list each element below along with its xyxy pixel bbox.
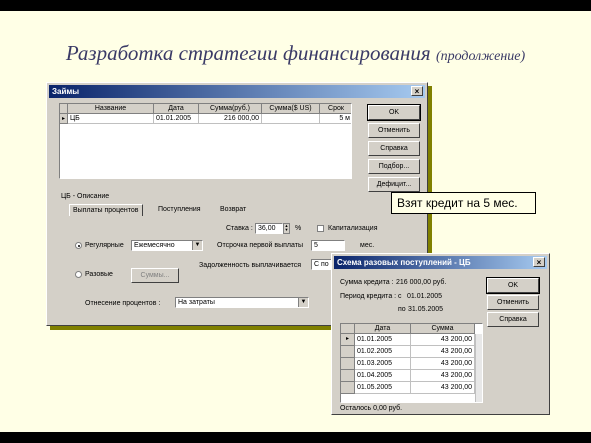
schedule-title: Схема разовых поступлений - ЦБ <box>337 258 471 267</box>
period-from-value: 01.01.2005 <box>407 293 443 300</box>
regular-radio[interactable] <box>75 242 82 249</box>
cancel-button[interactable]: Отменить <box>487 295 539 310</box>
tab-interest[interactable]: Выплаты процентов <box>69 204 143 216</box>
grid-corner <box>341 324 355 334</box>
onetime-label: Разовые <box>85 271 113 278</box>
period-to-value: 31.05.2005 <box>408 306 444 313</box>
row-pointer-icon: ▸ <box>60 114 68 124</box>
schedule-sum-cell[interactable]: 43 200,00 <box>411 346 475 358</box>
schedule-date-cell[interactable]: 01.01.2005 <box>355 334 411 346</box>
regular-label: Регулярные <box>85 242 124 249</box>
schedule-sum-cell[interactable]: 43 200,00 <box>411 382 475 394</box>
rate-input[interactable]: 36,00 <box>255 223 283 234</box>
callout-note: Взят кредит на 5 мес. <box>391 192 536 214</box>
ok-button[interactable]: OK <box>367 104 421 121</box>
loan-rub-cell[interactable]: 216 000,00 <box>199 114 262 124</box>
schedule-sum-cell[interactable]: 43 200,00 <box>411 334 475 346</box>
schedule-date-cell[interactable]: 01.04.2005 <box>355 370 411 382</box>
loan-term-cell[interactable]: 5 м <box>320 114 351 124</box>
grid-corner <box>60 104 68 114</box>
remainder-label: Осталось 0,00 руб. <box>340 405 403 412</box>
loan-date-cell[interactable]: 01.01.2005 <box>154 114 199 124</box>
col-header-rub[interactable]: Сумма(руб.) <box>199 104 262 114</box>
rate-spin-icon[interactable]: ▲ ▼ <box>283 223 290 234</box>
cancel-button[interactable]: Отменить <box>368 123 420 138</box>
loan-usd-cell[interactable] <box>262 114 320 124</box>
col-header-date[interactable]: Дата <box>355 324 411 334</box>
tab-receipts[interactable]: Поступления <box>155 204 204 216</box>
capitalization-checkbox[interactable] <box>317 225 324 232</box>
close-icon[interactable]: × <box>411 86 423 96</box>
schedule-sum-cell[interactable]: 43 200,00 <box>411 358 475 370</box>
group-label: ЦБ - Описание <box>61 193 110 200</box>
frequency-select[interactable]: Ежемесячно ▼ <box>131 240 203 251</box>
schedule-sum-cell[interactable]: 43 200,00 <box>411 370 475 382</box>
tab-repayment[interactable]: Возврат <box>217 204 249 216</box>
period-to-label: по <box>398 306 406 313</box>
deficit-button[interactable]: Дефицит... <box>368 177 420 192</box>
schedule-window: Схема разовых поступлений - ЦБ × Сумма к… <box>331 253 550 415</box>
rate-unit: % <box>295 225 302 232</box>
help-button[interactable]: Справка <box>368 141 420 156</box>
col-header-sum[interactable]: Сумма <box>411 324 475 334</box>
debt-label: Задолженность выплачивается <box>199 262 302 269</box>
select-button[interactable]: Подбор... <box>368 159 420 174</box>
capitalization-label: Капитализация <box>328 225 378 232</box>
loans-titlebar: Займы × <box>49 85 425 98</box>
ok-button[interactable]: OK <box>486 277 540 294</box>
amount-value: 216 000,00 руб. <box>396 279 447 286</box>
delay-input[interactable]: 5 <box>311 240 345 251</box>
loan-name-cell[interactable]: ЦБ <box>68 114 154 124</box>
row-indicator <box>341 370 355 382</box>
loans-title: Займы <box>52 87 80 96</box>
col-header-date[interactable]: Дата <box>154 104 199 114</box>
schedule-titlebar: Схема разовых поступлений - ЦБ × <box>334 256 547 269</box>
col-header-usd[interactable]: Сумма($ US) <box>262 104 320 114</box>
rate-label: Ставка : <box>226 225 253 232</box>
col-header-term[interactable]: Срок <box>320 104 351 114</box>
close-icon[interactable]: × <box>533 257 545 267</box>
onetime-radio[interactable] <box>75 271 82 278</box>
frequency-value: Ежемесячно <box>134 242 175 249</box>
delay-label: Отсрочка первой выплаты <box>217 242 303 249</box>
attribution-value: На затраты <box>178 299 215 306</box>
row-indicator <box>341 346 355 358</box>
sums-button[interactable]: Суммы... <box>131 268 179 283</box>
schedule-grid[interactable]: Дата Сумма ▸ 01.01.2005 43 200,00 01.02.200… <box>340 323 483 403</box>
row-indicator <box>341 382 355 394</box>
chevron-down-icon[interactable]: ▼ <box>298 298 308 307</box>
col-header-name[interactable]: Название <box>68 104 154 114</box>
slide-title-text: Разработка стратегии финансирования <box>65 41 431 65</box>
delay-unit: мес. <box>360 242 375 249</box>
period-label: Период кредита : <box>340 293 397 300</box>
schedule-date-cell[interactable]: 01.03.2005 <box>355 358 411 370</box>
attribution-select[interactable]: На затраты ▼ <box>175 297 309 308</box>
chevron-down-icon[interactable]: ▼ <box>192 241 202 250</box>
attribution-label: Отнесение процентов : <box>85 300 161 307</box>
scrollbar[interactable] <box>475 334 482 402</box>
slide-subtitle: (продолжение) <box>435 49 526 64</box>
loans-grid[interactable]: Название Дата Сумма(руб.) Сумма($ US) Ср… <box>59 103 352 179</box>
schedule-date-cell[interactable]: 01.02.2005 <box>355 346 411 358</box>
amount-label: Сумма кредита : <box>340 279 394 286</box>
help-button[interactable]: Справка <box>487 312 539 327</box>
slide-title: Разработка стратегии финансирования (про… <box>0 41 591 66</box>
schedule-date-cell[interactable]: 01.05.2005 <box>355 382 411 394</box>
row-indicator <box>341 358 355 370</box>
row-pointer-icon: ▸ <box>341 334 355 346</box>
period-from-label: с <box>398 293 402 300</box>
